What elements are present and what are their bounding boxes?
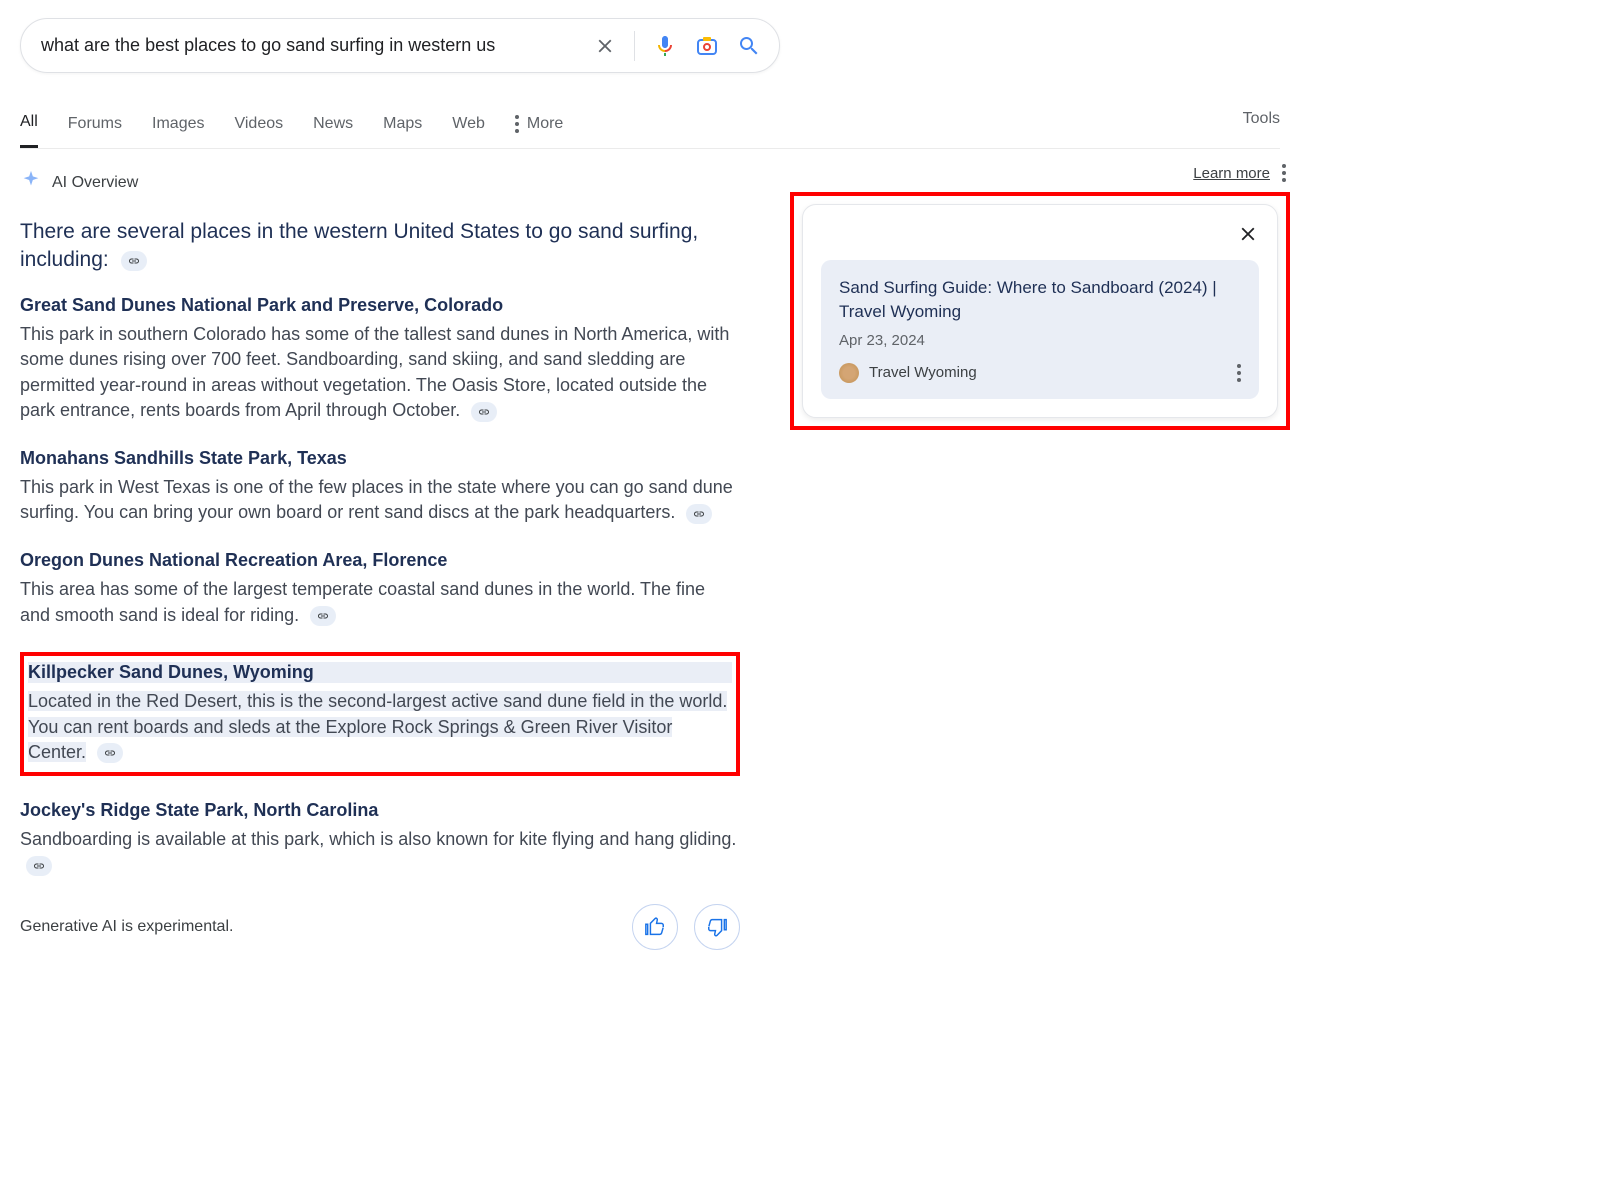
search-icon[interactable] bbox=[737, 34, 761, 58]
link-chip-icon[interactable] bbox=[121, 251, 147, 271]
link-chip-icon[interactable] bbox=[686, 504, 712, 524]
place-desc: This park in West Texas is one of the fe… bbox=[20, 475, 740, 526]
more-dots-icon bbox=[515, 115, 519, 133]
favicon-icon bbox=[839, 363, 859, 383]
tab-videos[interactable]: Videos bbox=[234, 105, 283, 147]
place-title: Jockey's Ridge State Park, North Carolin… bbox=[20, 800, 740, 821]
source-date: Apr 23, 2024 bbox=[839, 332, 1241, 349]
voice-search-icon[interactable] bbox=[653, 34, 677, 58]
place-desc: This park in southern Colorado has some … bbox=[20, 322, 740, 424]
tab-images[interactable]: Images bbox=[152, 105, 204, 147]
place-desc: This area has some of the largest temper… bbox=[20, 577, 740, 628]
place-title: Monahans Sandhills State Park, Texas bbox=[20, 448, 740, 469]
close-icon[interactable] bbox=[1237, 223, 1259, 250]
source-title: Sand Surfing Guide: Where to Sandboard (… bbox=[839, 276, 1241, 324]
sparkle-icon bbox=[20, 169, 42, 196]
tab-more[interactable]: More bbox=[515, 105, 563, 147]
image-search-icon[interactable] bbox=[695, 34, 719, 58]
ai-overview-label: AI Overview bbox=[52, 174, 138, 192]
source-site-name: Travel Wyoming bbox=[869, 364, 977, 381]
place-desc: Sandboarding is available at this park, … bbox=[20, 827, 740, 878]
tools-button[interactable]: Tools bbox=[1243, 110, 1280, 142]
place-title: Killpecker Sand Dunes, Wyoming bbox=[28, 662, 732, 683]
tabs-row: All Forums Images Videos News Maps Web M… bbox=[20, 103, 1280, 149]
search-bar[interactable] bbox=[20, 18, 780, 73]
tab-news[interactable]: News bbox=[313, 105, 353, 147]
source-card: Sand Surfing Guide: Where to Sandboard (… bbox=[802, 204, 1278, 418]
tab-web[interactable]: Web bbox=[452, 105, 485, 147]
clear-icon[interactable] bbox=[594, 35, 616, 57]
link-chip-icon[interactable] bbox=[26, 856, 52, 876]
disclaimer-text: Generative AI is experimental. bbox=[20, 918, 233, 936]
source-link[interactable]: Sand Surfing Guide: Where to Sandboard (… bbox=[821, 260, 1259, 399]
tab-more-label: More bbox=[527, 115, 563, 133]
thumbs-down-button[interactable] bbox=[694, 904, 740, 950]
place-title: Oregon Dunes National Recreation Area, F… bbox=[20, 550, 740, 571]
tab-forums[interactable]: Forums bbox=[68, 105, 122, 147]
tab-maps[interactable]: Maps bbox=[383, 105, 422, 147]
place-desc: Located in the Red Desert, this is the s… bbox=[28, 689, 732, 766]
place-item: Great Sand Dunes National Park and Prese… bbox=[20, 295, 740, 424]
source-card-highlight: Sand Surfing Guide: Where to Sandboard (… bbox=[790, 192, 1290, 430]
place-item: Monahans Sandhills State Park, Texas Thi… bbox=[20, 448, 740, 526]
place-item: Oregon Dunes National Recreation Area, F… bbox=[20, 550, 740, 628]
intro-text: There are several places in the western … bbox=[20, 218, 740, 275]
divider bbox=[634, 31, 635, 61]
place-item: Jockey's Ridge State Park, North Carolin… bbox=[20, 800, 740, 878]
thumbs-up-button[interactable] bbox=[632, 904, 678, 950]
link-chip-icon[interactable] bbox=[471, 402, 497, 422]
tab-all[interactable]: All bbox=[20, 103, 38, 148]
place-title: Great Sand Dunes National Park and Prese… bbox=[20, 295, 740, 316]
more-options-icon[interactable] bbox=[1282, 164, 1286, 182]
source-menu-icon[interactable] bbox=[1237, 364, 1241, 382]
learn-more-link[interactable]: Learn more bbox=[790, 164, 1290, 182]
search-input[interactable] bbox=[41, 35, 594, 56]
link-chip-icon[interactable] bbox=[310, 606, 336, 626]
link-chip-icon[interactable] bbox=[97, 743, 123, 763]
highlighted-place: Killpecker Sand Dunes, Wyoming Located i… bbox=[20, 652, 740, 776]
